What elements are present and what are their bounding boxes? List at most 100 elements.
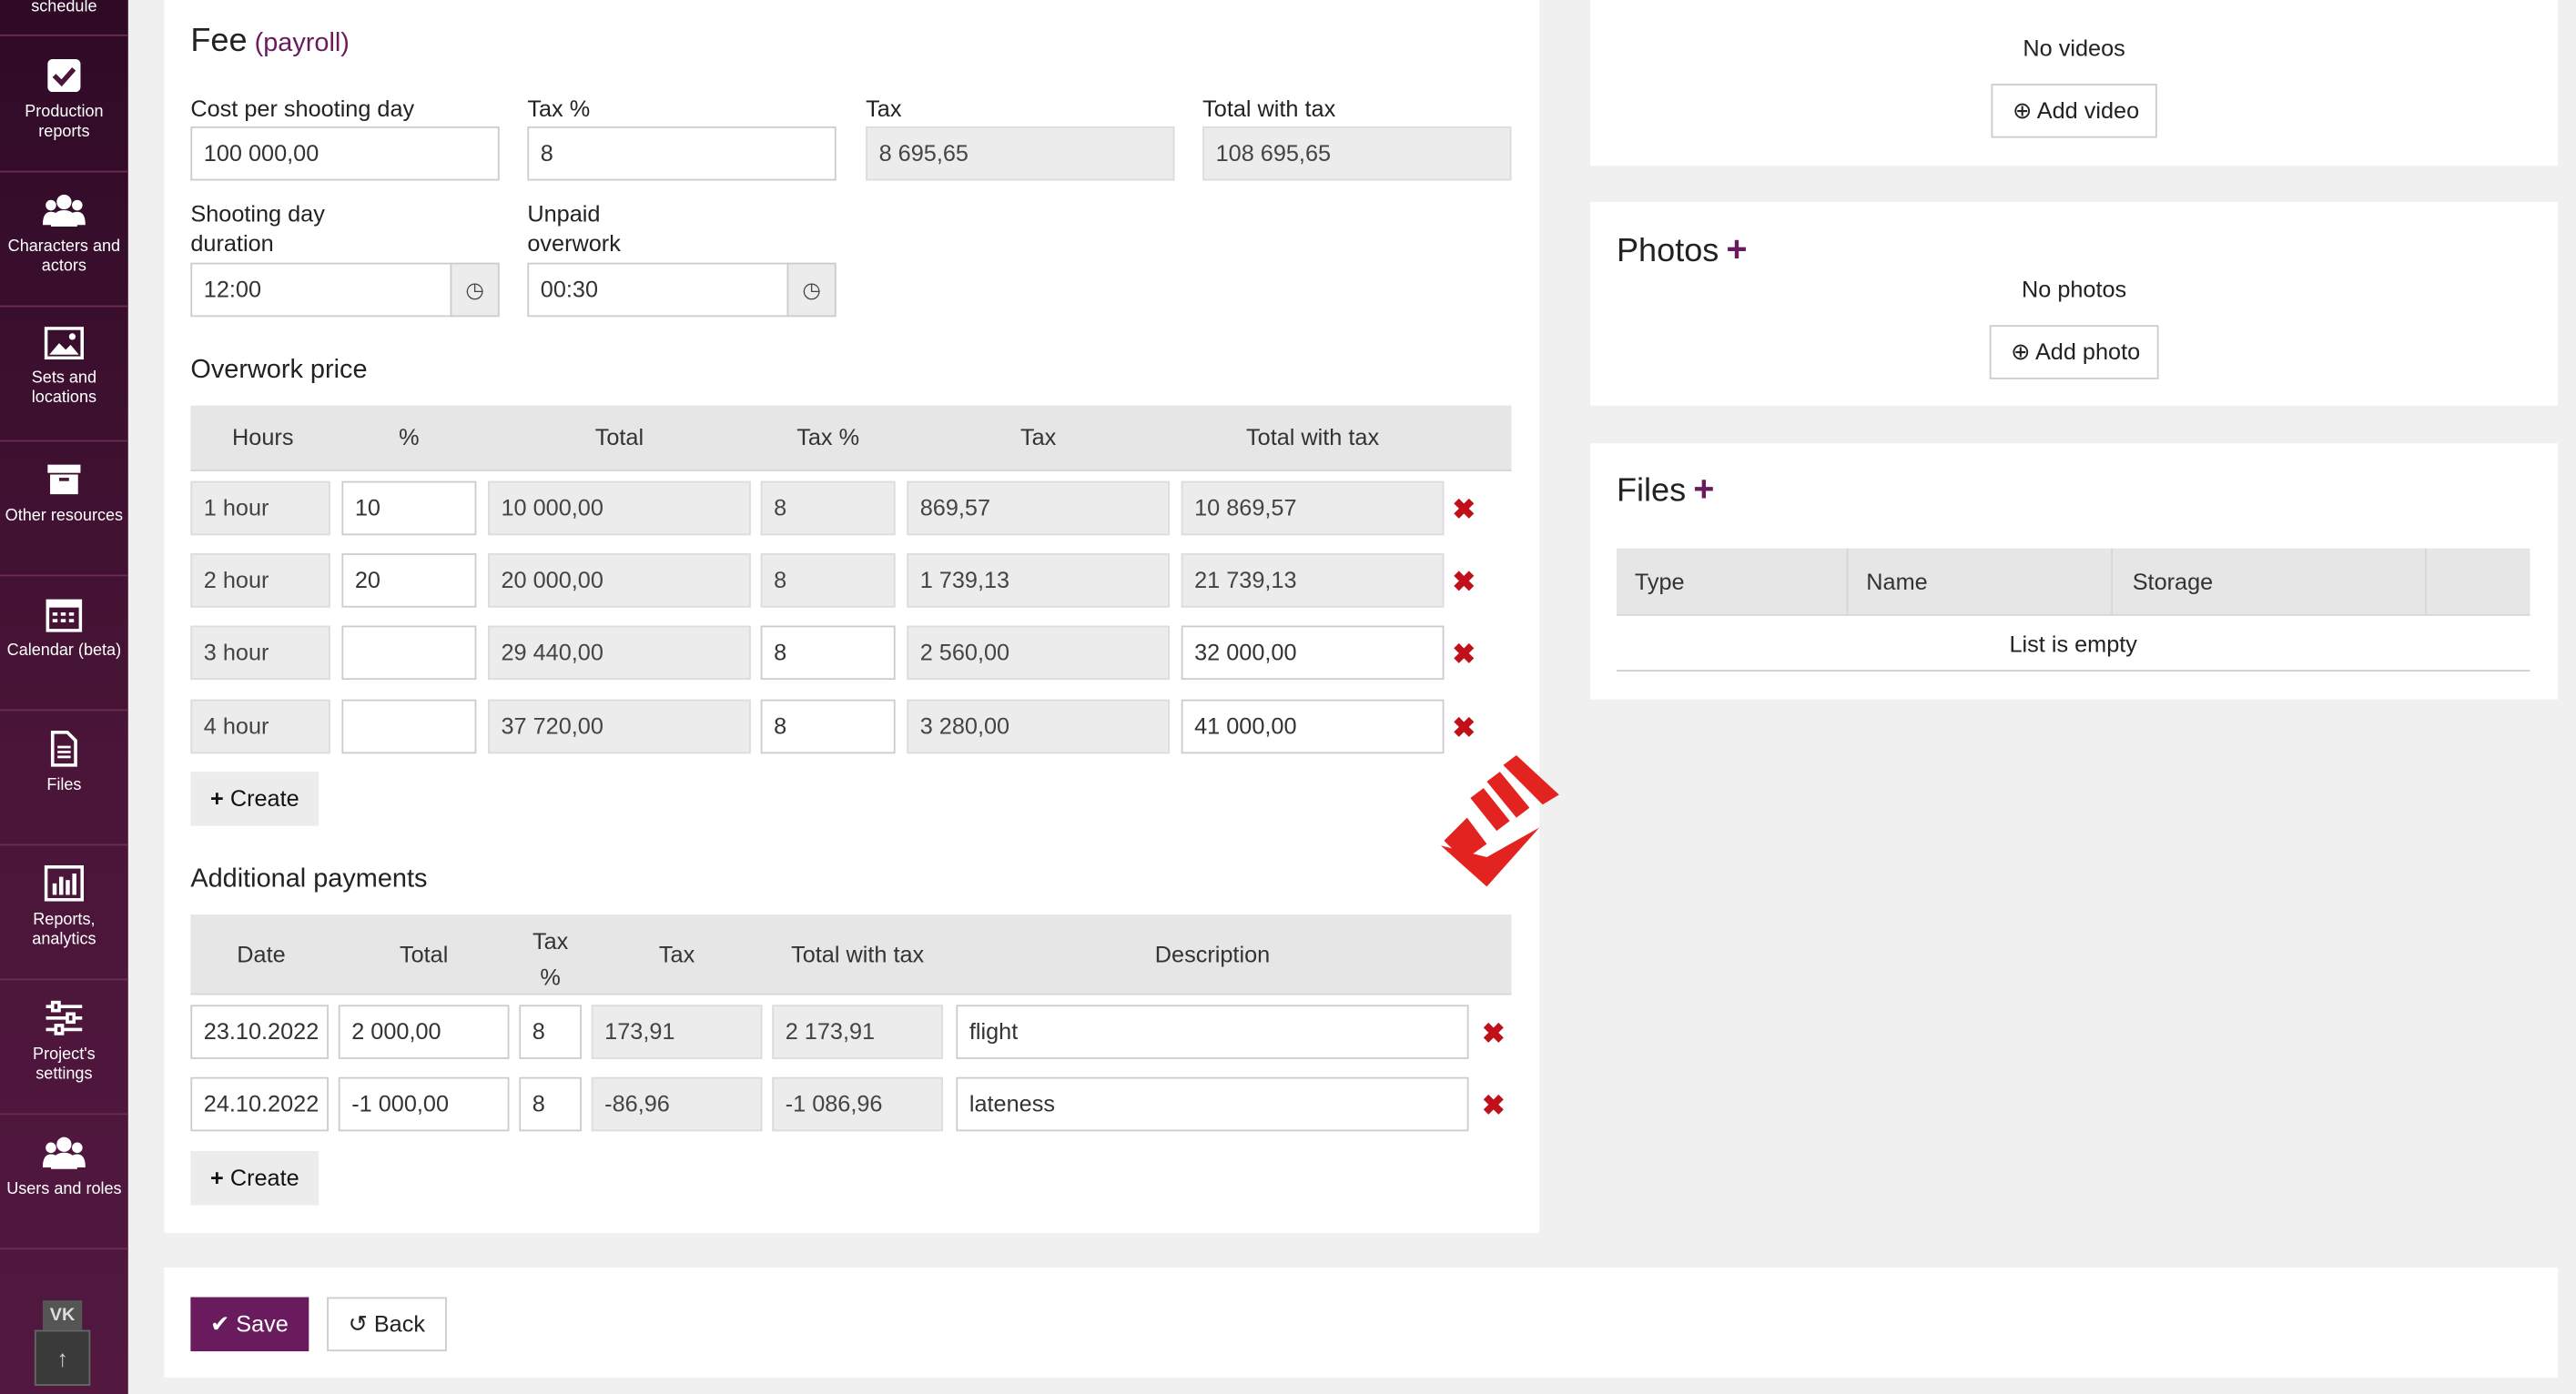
sidebar-item-label: Project's settings <box>33 1046 96 1084</box>
add-photo-plus-icon[interactable]: + <box>1726 228 1747 269</box>
hours-cell: 1 hour <box>190 480 330 536</box>
plus-icon: + <box>210 1164 224 1191</box>
unpaid-input[interactable]: 00:30 <box>527 262 791 318</box>
column-header-line: Tax <box>532 927 569 955</box>
cost-label: Cost per shooting day <box>190 95 415 122</box>
percent-input[interactable] <box>341 625 477 681</box>
total-with-tax-cell: 2 173,91 <box>772 1005 943 1059</box>
tax-pct-input[interactable]: 8 <box>519 1005 582 1059</box>
delete-row-icon[interactable]: ✖ <box>1452 496 1476 524</box>
total-cell: 20 000,00 <box>488 553 751 608</box>
tax-cell: 1 739,13 <box>907 553 1171 608</box>
date-input[interactable]: 24.10.2022 <box>190 1076 329 1132</box>
delete-row-icon[interactable]: ✖ <box>1452 568 1476 596</box>
add-photo-label: Add photo <box>2034 338 2141 365</box>
total-with-tax-cell: -1 086,96 <box>772 1076 943 1132</box>
sidebar-item-characters[interactable]: Characters and actors <box>0 172 128 308</box>
unpaid-label: Unpaid overwork <box>527 198 621 258</box>
chevron-logo-icon <box>1440 755 1559 887</box>
delete-row-icon[interactable]: ✖ <box>1482 1020 1506 1048</box>
sidebar-item-label: Users and roles <box>6 1180 122 1199</box>
add-video-label: Add video <box>2036 96 2140 124</box>
date-input[interactable]: 23.10.2022 <box>190 1005 329 1059</box>
description-input[interactable]: flight <box>956 1005 1469 1059</box>
vk-icon[interactable]: VK <box>42 1300 83 1330</box>
overwork-table-header: Hours % Total Tax % Tax Total with tax <box>190 405 1512 471</box>
add-file-plus-icon[interactable]: + <box>1693 468 1714 509</box>
tax-pct-label: Tax % <box>527 95 591 122</box>
hours-cell: 3 hour <box>190 625 330 681</box>
percent-input[interactable]: 20 <box>341 553 477 608</box>
tax-pct-input[interactable]: 8 <box>760 699 896 754</box>
total-with-tax-cell: 10 869,57 <box>1181 480 1445 536</box>
files-heading: Files + <box>1617 468 1714 510</box>
tax-pct-input[interactable]: 8 <box>760 625 896 681</box>
sidebar-item-project-settings[interactable]: Project's settings <box>0 980 128 1116</box>
sidebar-item-users-roles[interactable]: Users and roles <box>0 1115 128 1250</box>
total-with-tax-input[interactable]: 32 000,00 <box>1181 625 1445 681</box>
duration-label-line: duration <box>190 229 274 257</box>
description-input[interactable]: lateness <box>956 1076 1469 1132</box>
cost-input[interactable]: 100 000,00 <box>190 126 500 181</box>
add-video-button[interactable]: ⊕ Add video <box>1991 84 2157 138</box>
column-header: Total with tax <box>791 940 925 967</box>
plus-icon: + <box>210 784 224 812</box>
users-icon <box>42 194 86 227</box>
tax-cell: 3 280,00 <box>907 699 1171 754</box>
photos-title: Photos <box>1616 233 1719 269</box>
create-payment-button[interactable]: + Create <box>190 1150 319 1206</box>
delete-row-icon[interactable]: ✖ <box>1452 641 1476 669</box>
total-with-tax-input[interactable]: 41 000,00 <box>1181 699 1445 754</box>
create-overwork-button[interactable]: + Create <box>190 772 319 826</box>
save-button[interactable]: ✔ Save <box>190 1297 309 1352</box>
sidebar-item-label: Files <box>46 776 82 795</box>
upload-icon: ⊕ <box>2011 338 2031 365</box>
total-cell: 29 440,00 <box>488 625 751 681</box>
column-header-line: % <box>540 964 561 991</box>
column-header: Tax % <box>796 423 860 450</box>
sidebar-item-reports[interactable]: Reports, analytics <box>0 845 128 981</box>
column-header: Name <box>1866 568 1928 595</box>
delete-row-icon[interactable]: ✖ <box>1452 714 1476 742</box>
tax-field: 8 695,65 <box>866 126 1175 181</box>
amount-input[interactable]: 2 000,00 <box>338 1005 510 1059</box>
percent-input[interactable]: 10 <box>341 480 477 536</box>
tax-label: Tax <box>866 95 902 122</box>
column-header: Total <box>399 940 449 967</box>
sidebar-item-sets[interactable]: Sets and locations <box>0 307 128 442</box>
column-header: Tax <box>658 940 695 967</box>
create-label: Create <box>229 784 299 812</box>
back-button[interactable]: ↺ Back <box>327 1297 447 1352</box>
no-videos-text: No videos <box>2023 34 2125 61</box>
column-header: Hours <box>232 423 294 450</box>
sidebar-item-production-reports[interactable]: Production reports <box>0 38 128 173</box>
sidebar-item-calendar[interactable]: Calendar (beta) <box>0 576 128 712</box>
sidebar-item-files[interactable]: Files <box>0 711 128 846</box>
tax-pct-cell: 8 <box>760 553 896 608</box>
sidebar-item-label: Production reports <box>25 103 104 142</box>
tax-pct-input[interactable]: 8 <box>527 126 837 181</box>
sidebar-item-label: schedule <box>31 0 97 17</box>
sidebar-item-schedule[interactable]: schedule <box>0 0 128 36</box>
column-header: Date <box>237 940 286 967</box>
sidebar-item-label: Reports, analytics <box>32 911 96 949</box>
clock-icon[interactable]: ◷ <box>786 262 837 318</box>
tax-pct-input[interactable]: 8 <box>519 1076 582 1132</box>
column-header: % <box>399 423 420 450</box>
delete-row-icon[interactable]: ✖ <box>1482 1092 1506 1120</box>
add-photo-button[interactable]: ⊕ Add photo <box>1989 325 2159 379</box>
fee-heading: Fee (payroll) <box>190 23 350 61</box>
undo-icon: ↺ <box>348 1309 368 1337</box>
sidebar-item-other-resources[interactable]: Other resources <box>0 441 128 577</box>
bar-chart-icon <box>44 864 85 902</box>
tax-cell: 869,57 <box>907 480 1171 536</box>
clock-icon[interactable]: ◷ <box>450 262 500 318</box>
additional-title: Additional payments <box>190 864 428 894</box>
column-header: Total with tax <box>1246 423 1380 450</box>
percent-input[interactable] <box>341 699 477 754</box>
upload-icon: ⊕ <box>2012 96 2033 124</box>
duration-input[interactable]: 12:00 <box>190 262 454 318</box>
total-cell: 37 720,00 <box>488 699 751 754</box>
amount-input[interactable]: -1 000,00 <box>338 1076 510 1132</box>
scroll-top-button[interactable]: ↑ <box>34 1329 91 1386</box>
